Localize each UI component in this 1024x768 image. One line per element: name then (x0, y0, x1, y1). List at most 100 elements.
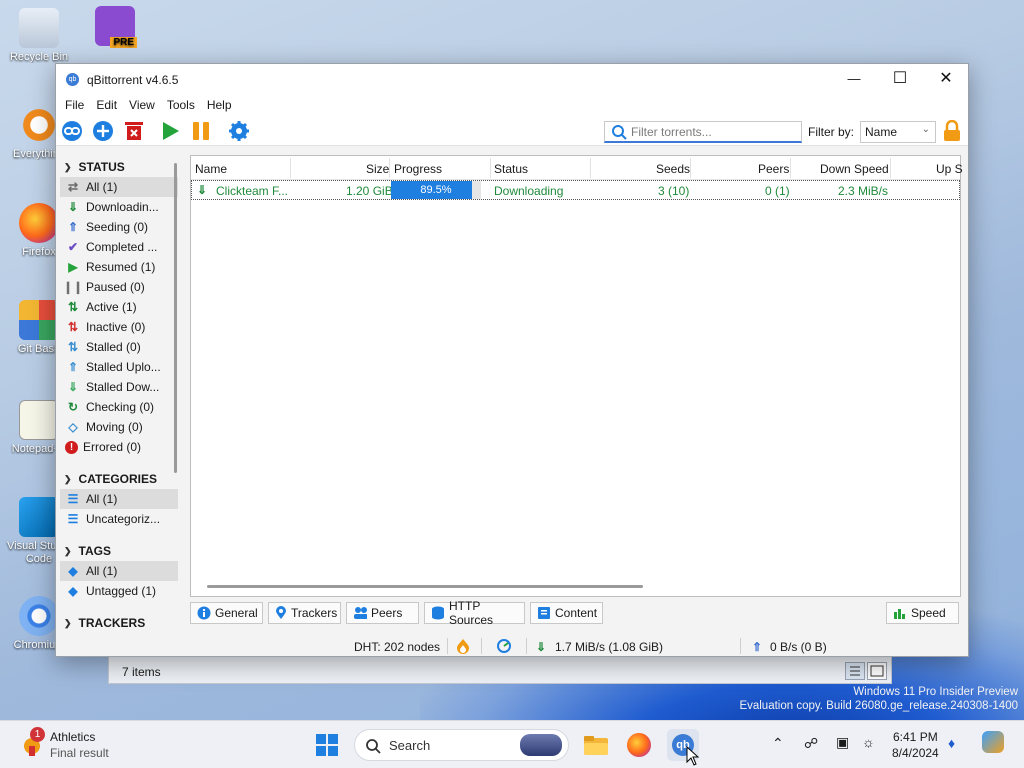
sidebar-item-tag-all[interactable]: ◆ All (1) (60, 561, 178, 581)
table-horizontal-scrollbar[interactable] (207, 585, 643, 588)
lock-ui-button[interactable] (940, 120, 964, 142)
sidebar-item-status-1[interactable]: ⇓ Downloadin... (60, 197, 178, 217)
filter-by-select[interactable]: Name ⌄ (860, 121, 936, 143)
filter-torrents-search[interactable] (604, 121, 802, 143)
sidebar-item-status-13[interactable]: ! Errored (0) (60, 437, 178, 457)
title-bar[interactable]: qb qBittorrent v4.6.5 — ☐ ✕ (56, 64, 968, 94)
sidebar-item-label: Errored (0) (83, 440, 142, 454)
sidebar-item-status-10[interactable]: ⇓ Stalled Dow... (60, 377, 178, 397)
column-separator[interactable] (690, 158, 691, 178)
sidebar-item-status-4[interactable]: ▶ Resumed (1) (60, 257, 178, 277)
sidebar-item-status-5[interactable]: ❙❙ Paused (0) (60, 277, 178, 297)
taskbar-firefox[interactable] (623, 729, 655, 761)
maximize-button[interactable]: ☐ (877, 64, 923, 94)
volume-icon[interactable]: ☼ (862, 734, 875, 750)
start-button[interactable] (311, 729, 343, 761)
tab-http-sources[interactable]: HTTP Sources (424, 599, 525, 627)
alt-speed-toggle[interactable] (496, 638, 512, 657)
menu-file[interactable]: File (59, 98, 90, 112)
tab-content[interactable]: Content (530, 602, 603, 624)
options-button[interactable] (227, 120, 251, 142)
sidebar-item-category-uncategorized[interactable]: ☰ Uncategoriz... (60, 509, 178, 529)
categories-section-header[interactable]: ❯ CATEGORIES (60, 469, 178, 489)
notifications-bell-icon[interactable]: ♦ (948, 735, 955, 751)
pause-button[interactable] (189, 120, 213, 142)
close-button[interactable]: ✕ (923, 64, 969, 94)
widgets-button[interactable]: 1 Athletics Final result (14, 725, 124, 765)
sidebar-item-category-all[interactable]: ☰ All (1) (60, 489, 178, 509)
column-header-up-speed[interactable]: Up S (936, 162, 963, 176)
sidebar-item-status-11[interactable]: ↻ Checking (0) (60, 397, 178, 417)
menu-tools[interactable]: Tools (161, 98, 201, 112)
menu-help[interactable]: Help (201, 98, 238, 112)
minimize-button[interactable]: — (831, 64, 877, 94)
column-header-seeds[interactable]: Seeds (656, 162, 690, 176)
column-separator[interactable] (890, 158, 891, 178)
upload-speed[interactable]: 0 B/s (0 B) (770, 640, 827, 654)
trackers-section-header[interactable]: ❯ TRACKERS (60, 613, 178, 629)
column-separator[interactable] (790, 158, 791, 178)
chevron-down-icon: ❯ (64, 545, 72, 556)
sidebar-scrollbar[interactable] (174, 163, 177, 473)
column-header-status[interactable]: Status (494, 162, 528, 176)
table-row[interactable]: ⇓ Clickteam F... 1.20 GiB 89.5% Download… (191, 180, 960, 200)
desktop-icon-visual-studio[interactable]: PRE (80, 6, 150, 49)
content-folder-icon (537, 606, 551, 620)
torrent-progress-bar: 89.5% (391, 181, 481, 199)
details-view-button[interactable] (845, 662, 865, 680)
sidebar-item-tag-untagged[interactable]: ◆ Untagged (1) (60, 581, 178, 601)
sidebar-item-status-9[interactable]: ⇑ Stalled Uplo... (60, 357, 178, 377)
tab-trackers[interactable]: Trackers (268, 602, 341, 624)
sidebar-item-status-0[interactable]: ⇄ All (1) (60, 177, 178, 197)
torrent-size: 1.20 GiB (346, 184, 393, 198)
sidebar-item-label: Stalled Uplo... (86, 360, 161, 374)
progress-label: 89.5% (420, 184, 452, 196)
toolbar: Filter by: Name ⌄ (56, 116, 968, 146)
taskbar-file-explorer[interactable] (580, 729, 612, 761)
menu-edit[interactable]: Edit (90, 98, 123, 112)
column-separator[interactable] (590, 158, 591, 178)
tab-label: Speed (911, 606, 946, 620)
tab-peers[interactable]: Peers (346, 602, 419, 624)
taskbar-search-box[interactable]: Search (354, 729, 569, 761)
firefox-icon (627, 733, 651, 757)
column-header-progress[interactable]: Progress (394, 162, 442, 176)
speed-graph-button[interactable]: Speed (886, 602, 959, 624)
column-header-peers[interactable]: Peers (758, 162, 789, 176)
torrent-seeds: 3 (10) (658, 184, 690, 198)
sidebar-item-status-2[interactable]: ⇑ Seeding (0) (60, 217, 178, 237)
sidebar-item-status-7[interactable]: ⇅ Inactive (0) (60, 317, 178, 337)
status-section-header[interactable]: ❯ STATUS (60, 157, 178, 177)
resume-button[interactable] (158, 120, 182, 142)
add-torrent-file-button[interactable] (91, 120, 115, 142)
add-torrent-link-button[interactable] (60, 120, 84, 142)
column-header-size[interactable]: Size (366, 162, 389, 176)
display-icon[interactable]: ▣ (836, 734, 849, 751)
taskbar-clock[interactable]: 6:41 PM 8/4/2024 (892, 729, 939, 761)
filter-torrents-input[interactable] (631, 125, 796, 139)
sidebar-item-status-12[interactable]: ◇ Moving (0) (60, 417, 178, 437)
delete-torrent-button[interactable] (122, 120, 146, 142)
properties-tab-bar: General Trackers Peers HTTP Sources Cont… (190, 599, 961, 627)
column-separator[interactable] (490, 158, 491, 178)
column-header-down-speed[interactable]: Down Speed (820, 162, 889, 176)
notepad-plus-plus-icon (19, 400, 59, 440)
tiles-view-button[interactable] (867, 662, 887, 680)
sidebar-item-status-3[interactable]: ✔ Completed ... (60, 237, 178, 257)
network-icon[interactable]: ☍ (804, 735, 818, 752)
watermark-line2: Evaluation copy. Build 26080.ge_release.… (739, 700, 1018, 712)
column-separator[interactable] (290, 158, 291, 178)
items-count: 7 items (122, 665, 161, 679)
tab-general[interactable]: General (190, 602, 263, 624)
column-separator[interactable] (389, 158, 390, 178)
tags-header-label: TAGS (78, 544, 111, 558)
sidebar-item-status-6[interactable]: ⇅ Active (1) (60, 297, 178, 317)
menu-view[interactable]: View (123, 98, 161, 112)
show-hidden-icons-button[interactable]: ⌃ (772, 735, 784, 752)
tags-section-header[interactable]: ❯ TAGS (60, 541, 178, 561)
download-speed[interactable]: 1.7 MiB/s (1.08 GiB) (555, 640, 663, 654)
desktop-icon-recycle-bin[interactable]: Recycle Bin (4, 8, 74, 63)
column-header-name[interactable]: Name (195, 162, 227, 176)
copilot-pre-icon[interactable] (982, 731, 1004, 753)
sidebar-item-status-8[interactable]: ⇅ Stalled (0) (60, 337, 178, 357)
